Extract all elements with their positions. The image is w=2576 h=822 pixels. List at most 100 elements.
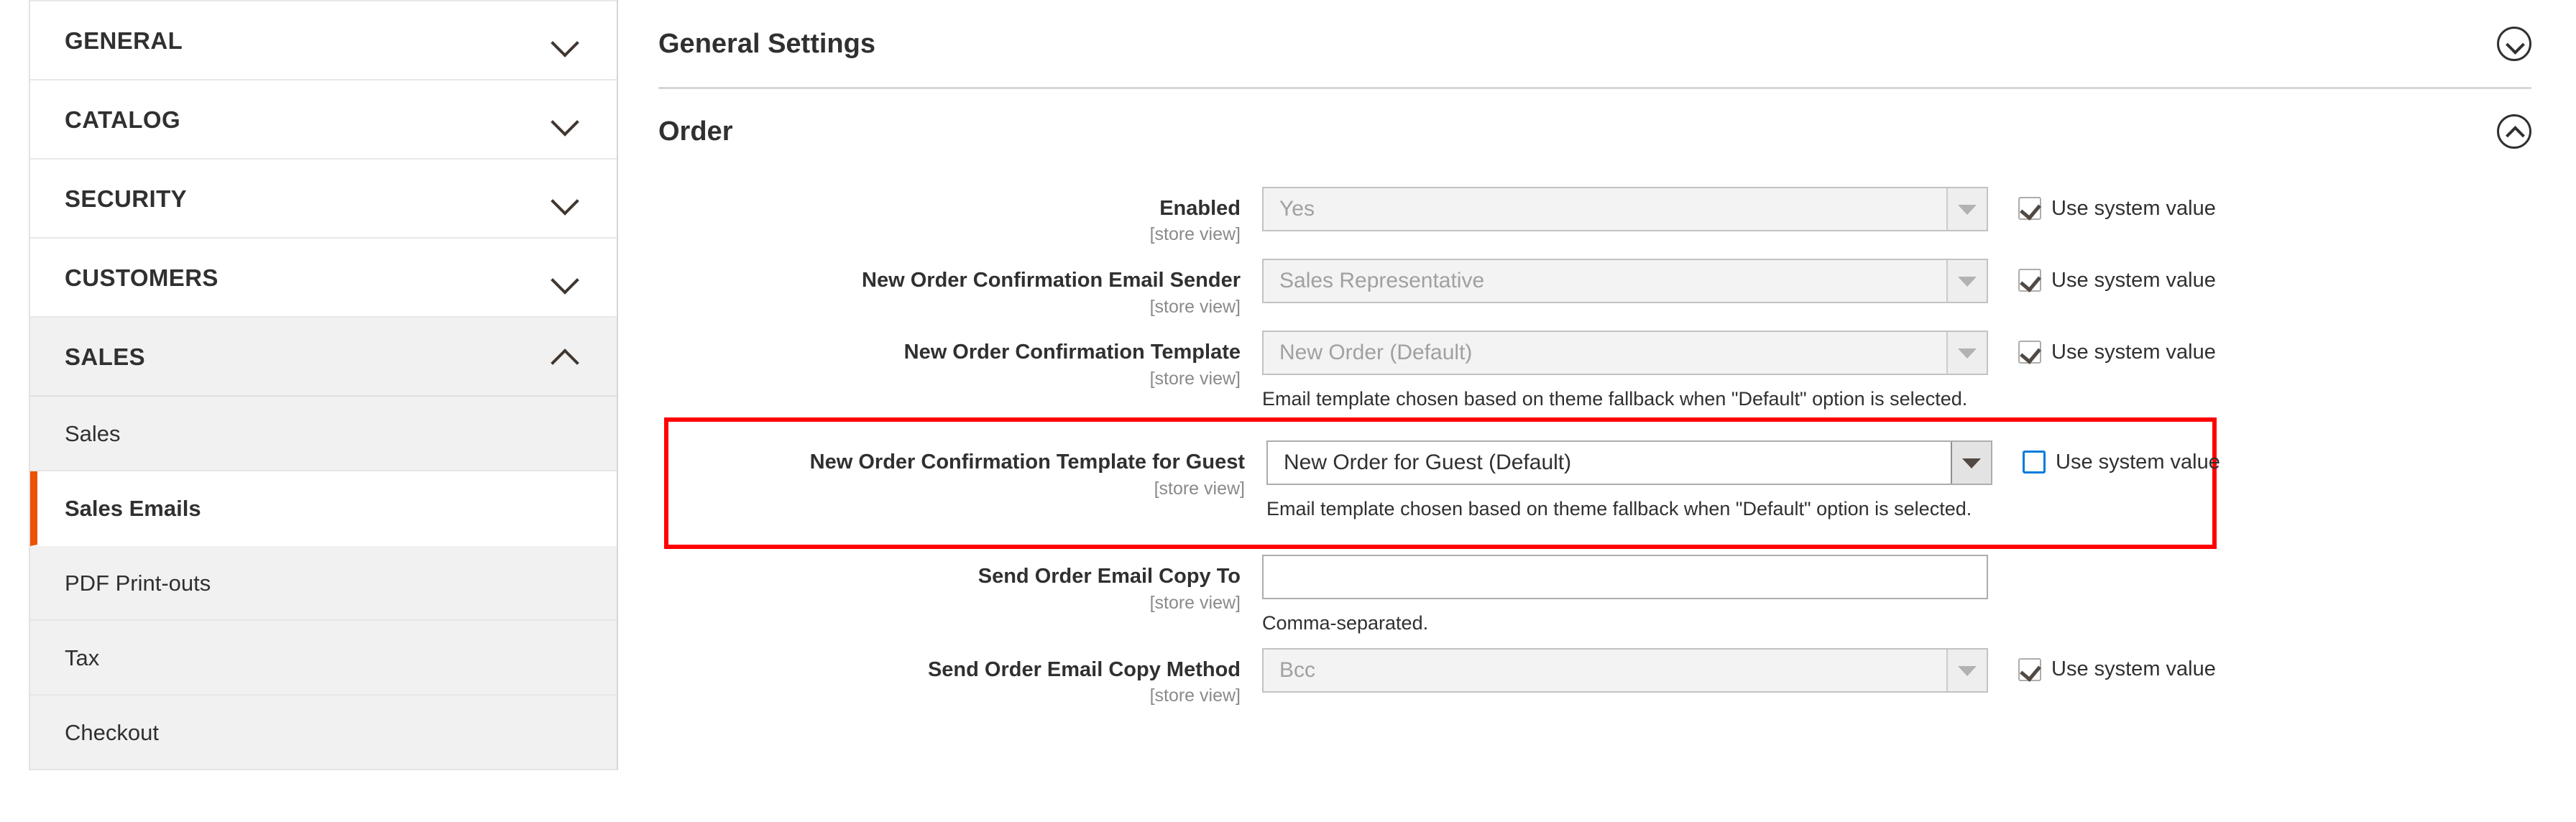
field-label-block: New Order Confirmation Template for Gues… — [668, 440, 1266, 501]
section-title-order: Order — [658, 116, 733, 147]
sidebar-item-label: Sales — [65, 420, 121, 446]
sidebar-item-label: Checkout — [65, 719, 159, 745]
field-label-block: Enabled [store view] — [658, 187, 1262, 247]
field-control: New Order for Guest (Default) Email temp… — [1266, 440, 1992, 522]
field-row: Enabled [store view] Yes Use system valu… — [658, 181, 2531, 253]
field-row: Send Order Email Copy Method [store view… — [658, 642, 2531, 714]
chevron-down-icon — [1946, 649, 1987, 691]
field-row-highlighted: New Order Confirmation Template for Gues… — [664, 417, 2220, 550]
field-control: Sales Representative — [1262, 259, 1988, 304]
settings-sidebar: GENERAL CATALOG SECURITY CUSTOMERS SALES — [0, 0, 618, 822]
field-label-block: Send Order Email Copy To [store view] — [658, 555, 1262, 615]
select-value: Sales Representative — [1279, 269, 1485, 293]
checkbox-box[interactable] — [2018, 341, 2041, 364]
send-order-email-copy-to-input[interactable] — [1262, 555, 1988, 600]
field-side: Use system value — [1988, 259, 2216, 292]
sidebar-item-pdf-print-outs[interactable]: PDF Print-outs — [30, 546, 617, 621]
section-header-general-settings[interactable]: General Settings — [658, 0, 2531, 89]
use-system-value-checkbox[interactable]: Use system value — [2018, 197, 2216, 220]
field-row: New Order Confirmation Template [store v… — [658, 325, 2531, 417]
field-side: Use system value — [1988, 648, 2216, 681]
use-system-value-checkbox[interactable]: Use system value — [2023, 451, 2220, 474]
chevron-down-icon — [1946, 188, 1987, 230]
sidebar-section-label: SECURITY — [65, 185, 188, 212]
chevron-down-icon — [549, 25, 579, 55]
field-control: Yes — [1262, 187, 1988, 231]
sidebar-section-catalog[interactable]: CATALOG — [30, 79, 617, 160]
sidebar-item-tax[interactable]: Tax — [30, 621, 617, 696]
select-value: New Order for Guest (Default) — [1284, 451, 1572, 475]
checkbox-box[interactable] — [2023, 451, 2046, 474]
checkbox-box[interactable] — [2018, 197, 2041, 220]
chevron-down-icon — [1946, 332, 1987, 374]
checkbox-label: Use system value — [2051, 268, 2216, 292]
field-hint: Comma-separated. — [1262, 612, 1429, 634]
use-system-value-checkbox[interactable]: Use system value — [2018, 269, 2216, 292]
sidebar-item-sales[interactable]: Sales — [30, 397, 617, 471]
sidebar-list: GENERAL CATALOG SECURITY CUSTOMERS SALES — [29, 0, 618, 770]
chevron-up-icon — [549, 341, 579, 371]
field-hint: Email template chosen based on theme fal… — [1262, 388, 1968, 410]
sidebar-item-label: PDF Print-outs — [65, 570, 211, 596]
field-scope: [store view] — [1149, 592, 1241, 613]
checkbox-box[interactable] — [2018, 269, 2041, 292]
sidebar-section-sales[interactable]: SALES — [30, 316, 617, 397]
select-value: Yes — [1279, 197, 1315, 221]
chevron-down-icon — [549, 104, 579, 134]
sidebar-section-label: GENERAL — [65, 27, 183, 54]
section-header-order[interactable]: Order — [658, 89, 2531, 174]
field-side — [1988, 555, 2018, 565]
chevron-down-icon — [549, 183, 579, 213]
sidebar-item-label: Sales Emails — [65, 495, 201, 521]
field-scope: [store view] — [1149, 224, 1241, 245]
field-side: Use system value — [1988, 331, 2216, 364]
checkbox-label: Use system value — [2051, 196, 2216, 220]
confirmation-template-select: New Order (Default) — [1262, 331, 1988, 376]
sidebar-section-general[interactable]: GENERAL — [30, 0, 617, 80]
checkbox-label: Use system value — [2051, 340, 2216, 364]
sidebar-section-label: CUSTOMERS — [65, 264, 218, 291]
field-side: Use system value — [1992, 440, 2220, 474]
field-scope: [store view] — [1149, 296, 1241, 317]
sidebar-section-label: CATALOG — [65, 106, 181, 133]
chevron-down-icon[interactable] — [1951, 442, 1991, 484]
checkbox-box[interactable] — [2018, 657, 2041, 681]
field-scope: [store view] — [1149, 368, 1241, 389]
order-fieldset: Enabled [store view] Yes Use system valu… — [658, 174, 2531, 714]
field-control: Bcc — [1262, 647, 1988, 693]
field-label-block: Send Order Email Copy Method [store view… — [658, 648, 1262, 708]
guest-confirmation-template-select[interactable]: New Order for Guest (Default) — [1266, 440, 1992, 486]
field-label-block: New Order Confirmation Template [store v… — [658, 331, 1262, 391]
checkbox-label: Use system value — [2056, 450, 2220, 474]
field-row: Send Order Email Copy To [store view] Co… — [658, 549, 2531, 642]
chevron-up-circle-icon[interactable] — [2497, 114, 2531, 149]
field-label: New Order Confirmation Email Sender — [862, 269, 1241, 292]
field-control: New Order (Default) Email template chose… — [1262, 331, 1988, 412]
field-control: Comma-separated. — [1262, 555, 1988, 636]
enabled-select: Yes — [1262, 187, 1988, 231]
select-value: New Order (Default) — [1279, 341, 1473, 365]
field-row: New Order Confirmation Email Sender [sto… — [658, 253, 2531, 325]
chevron-down-circle-icon[interactable] — [2497, 26, 2531, 61]
sidebar-section-security[interactable]: SECURITY — [30, 158, 617, 239]
chevron-down-icon — [1946, 260, 1987, 303]
field-hint: Email template chosen based on theme fal… — [1266, 498, 1972, 520]
field-scope: [store view] — [1149, 685, 1241, 706]
field-label: Send Order Email Copy Method — [927, 657, 1241, 681]
field-label-block: New Order Confirmation Email Sender [sto… — [658, 259, 1262, 319]
sidebar-section-customers[interactable]: CUSTOMERS — [30, 237, 617, 318]
sidebar-item-sales-emails[interactable]: Sales Emails — [30, 471, 617, 546]
field-label: New Order Confirmation Template for Gues… — [809, 451, 1245, 474]
field-scope: [store view] — [1154, 478, 1245, 499]
field-side: Use system value — [1988, 187, 2216, 220]
email-sender-select: Sales Representative — [1262, 259, 1988, 304]
chevron-down-icon — [549, 262, 579, 292]
sidebar-section-label: SALES — [65, 343, 146, 370]
field-label: Enabled — [1159, 197, 1241, 220]
use-system-value-checkbox[interactable]: Use system value — [2018, 657, 2216, 681]
sidebar-item-label: Tax — [65, 645, 100, 670]
select-value: Bcc — [1279, 657, 1316, 682]
sidebar-item-checkout[interactable]: Checkout — [30, 696, 617, 770]
checkbox-label: Use system value — [2051, 657, 2216, 681]
use-system-value-checkbox[interactable]: Use system value — [2018, 341, 2216, 364]
